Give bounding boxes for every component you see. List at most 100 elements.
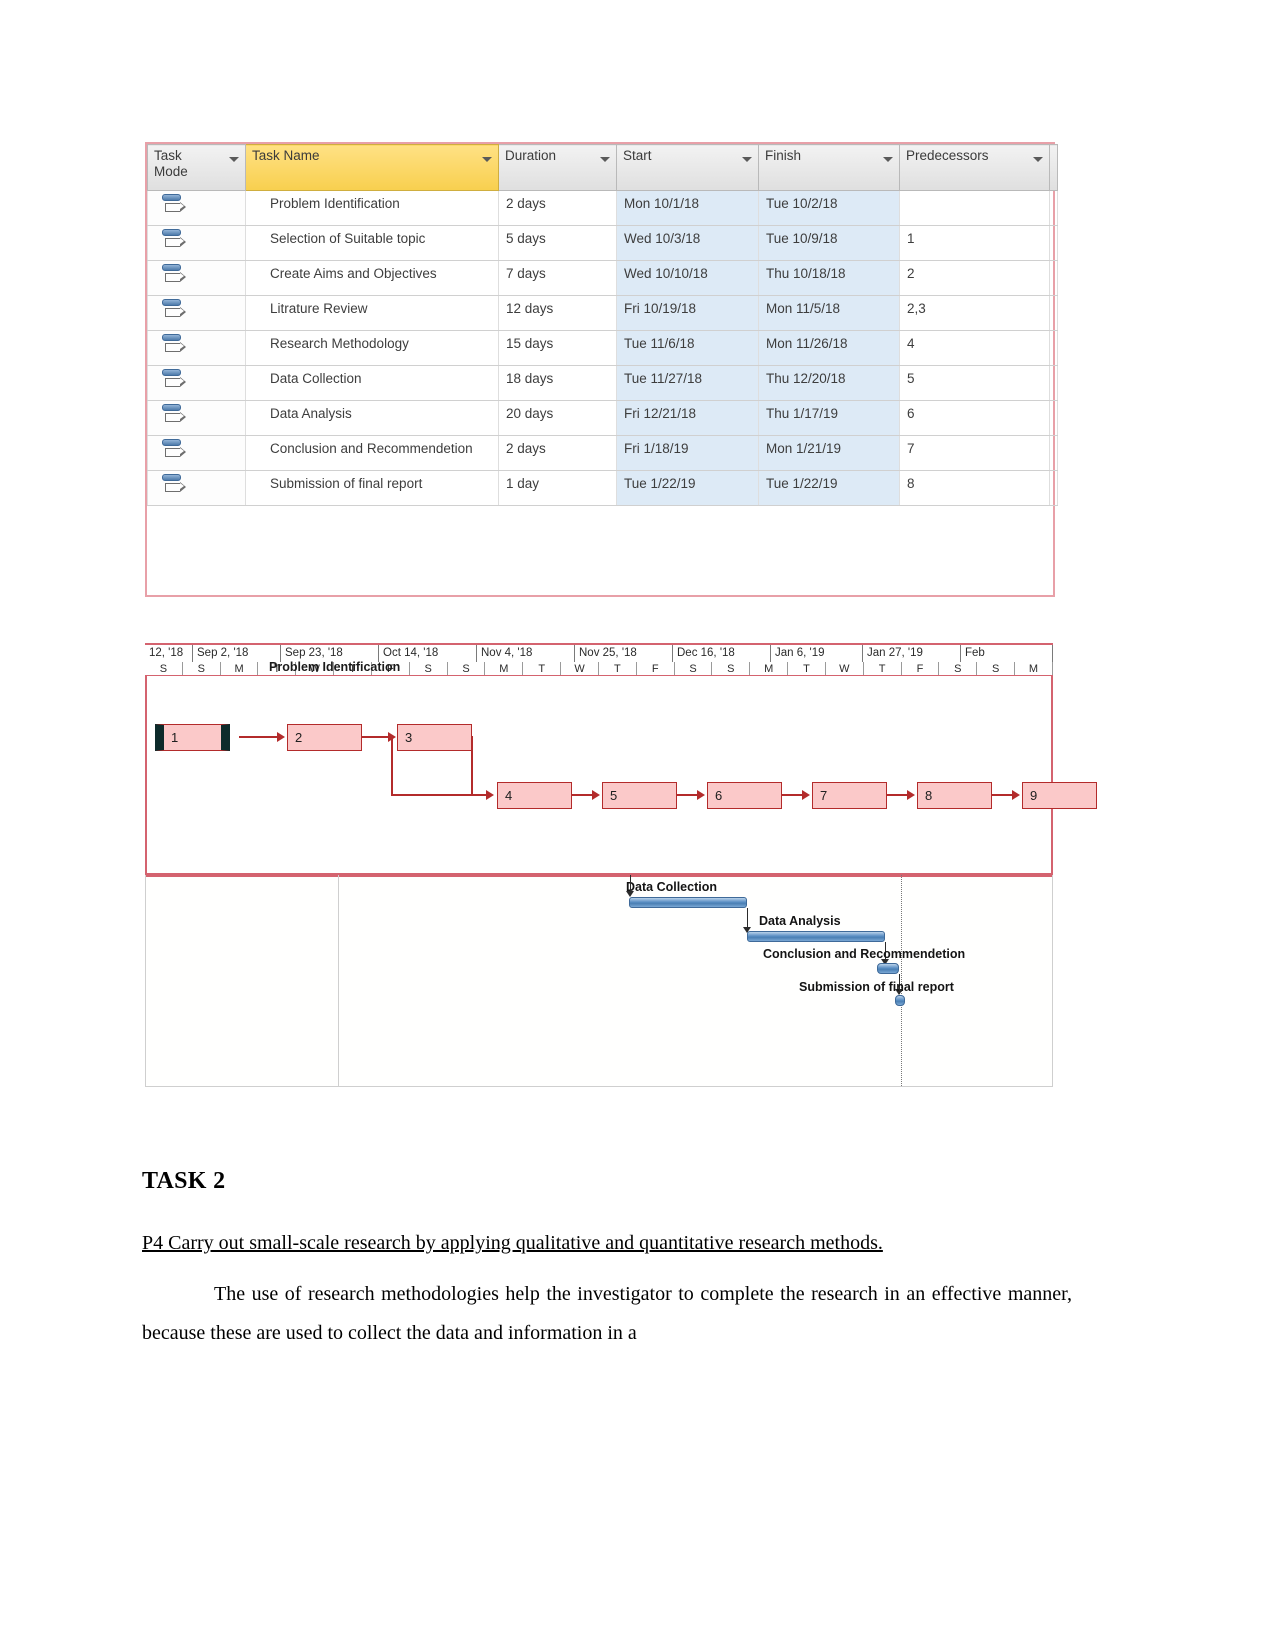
column-header-task-name[interactable]: Task Name	[245, 144, 499, 191]
network-node-6[interactable]: 6	[707, 782, 782, 809]
table-row[interactable]: Problem Identification 2 days Mon 10/1/18 T…	[147, 190, 1058, 226]
extra-cell[interactable]	[1049, 435, 1058, 471]
gantt-bar-data-analysis[interactable]	[747, 931, 885, 942]
task-mode-cell[interactable]	[147, 435, 246, 471]
chevron-down-icon[interactable]	[482, 157, 492, 162]
network-node-1[interactable]: 1	[155, 724, 230, 751]
predecessors-cell[interactable]	[899, 190, 1050, 226]
task-name-cell[interactable]: Selection of Suitable topic	[245, 225, 499, 261]
network-node-9[interactable]: 9	[1022, 782, 1097, 809]
start-cell[interactable]: Fri 10/19/18	[616, 295, 759, 331]
duration-cell[interactable]: 15 days	[498, 330, 617, 366]
finish-cell[interactable]: Thu 12/20/18	[758, 365, 900, 401]
table-row[interactable]: Data Analysis 20 days Fri 12/21/18 Thu 1/17…	[147, 400, 1058, 436]
start-cell[interactable]: Tue 1/22/19	[616, 470, 759, 506]
extra-cell[interactable]	[1049, 470, 1058, 506]
column-header-duration[interactable]: Duration	[498, 144, 617, 191]
start-cell[interactable]: Wed 10/3/18	[616, 225, 759, 261]
task-mode-cell[interactable]	[147, 190, 246, 226]
duration-cell[interactable]: 20 days	[498, 400, 617, 436]
duration-cell[interactable]: 2 days	[498, 435, 617, 471]
table-row[interactable]: Conclusion and Recommendetion 2 days Fri 1…	[147, 435, 1058, 471]
table-row[interactable]: Data Collection 18 days Tue 11/27/18 Thu 12…	[147, 365, 1058, 401]
duration-cell[interactable]: 18 days	[498, 365, 617, 401]
task-name-cell[interactable]: Data Collection	[245, 365, 499, 401]
task-name-cell[interactable]: Submission of final report	[245, 470, 499, 506]
finish-cell[interactable]: Tue 10/9/18	[758, 225, 900, 261]
column-header-extra[interactable]	[1049, 144, 1058, 191]
extra-cell[interactable]	[1049, 260, 1058, 296]
predecessors-cell[interactable]: 7	[899, 435, 1050, 471]
column-header-start[interactable]: Start	[616, 144, 759, 191]
task-name-cell[interactable]: Conclusion and Recommendetion	[245, 435, 499, 471]
extra-cell[interactable]	[1049, 225, 1058, 261]
start-cell[interactable]: Tue 11/6/18	[616, 330, 759, 366]
finish-cell[interactable]: Tue 1/22/19	[758, 470, 900, 506]
table-row[interactable]: Submission of final report 1 day Tue 1/22/…	[147, 470, 1058, 506]
extra-cell[interactable]	[1049, 295, 1058, 331]
finish-cell[interactable]: Mon 11/26/18	[758, 330, 900, 366]
chevron-down-icon[interactable]	[1033, 157, 1043, 162]
task-mode-cell[interactable]	[147, 225, 246, 261]
task-mode-cell[interactable]	[147, 470, 246, 506]
gantt-bar-data-collection[interactable]	[629, 897, 747, 908]
task-mode-cell[interactable]	[147, 330, 246, 366]
duration-cell[interactable]: 2 days	[498, 190, 617, 226]
task-mode-cell[interactable]	[147, 365, 246, 401]
network-node-7[interactable]: 7	[812, 782, 887, 809]
duration-cell[interactable]: 7 days	[498, 260, 617, 296]
network-node-5[interactable]: 5	[602, 782, 677, 809]
predecessors-cell[interactable]: 8	[899, 470, 1050, 506]
chevron-down-icon[interactable]	[742, 157, 752, 162]
finish-cell[interactable]: Thu 1/17/19	[758, 400, 900, 436]
chevron-down-icon[interactable]	[883, 157, 893, 162]
chevron-down-icon[interactable]	[600, 157, 610, 162]
column-header-task-mode[interactable]: Task Mode	[147, 144, 246, 191]
duration-cell[interactable]: 12 days	[498, 295, 617, 331]
finish-cell[interactable]: Tue 10/2/18	[758, 190, 900, 226]
chevron-down-icon[interactable]	[229, 157, 239, 162]
predecessors-cell[interactable]: 2,3	[899, 295, 1050, 331]
network-node-2[interactable]: 2	[287, 724, 362, 751]
duration-cell[interactable]: 1 day	[498, 470, 617, 506]
task-name-cell[interactable]: Research Methodology	[245, 330, 499, 366]
timeline-month-cell: 12, '18	[145, 645, 193, 662]
column-header-predecessors[interactable]: Predecessors	[899, 144, 1050, 191]
network-node-4[interactable]: 4	[497, 782, 572, 809]
finish-cell[interactable]: Mon 11/5/18	[758, 295, 900, 331]
network-arrow	[592, 790, 600, 800]
task-name-cell[interactable]: Create Aims and Objectives	[245, 260, 499, 296]
predecessors-cell[interactable]: 1	[899, 225, 1050, 261]
network-node-3[interactable]: 3	[397, 724, 472, 751]
task-mode-cell[interactable]	[147, 260, 246, 296]
extra-cell[interactable]	[1049, 365, 1058, 401]
predecessors-cell[interactable]: 6	[899, 400, 1050, 436]
column-header-finish[interactable]: Finish	[758, 144, 900, 191]
table-row[interactable]: Create Aims and Objectives 7 days Wed 10/1…	[147, 260, 1058, 296]
predecessors-cell[interactable]: 5	[899, 365, 1050, 401]
table-row[interactable]: Litrature Review 12 days Fri 10/19/18 Mon 1…	[147, 295, 1058, 331]
task-mode-cell[interactable]	[147, 295, 246, 331]
task-name-cell[interactable]: Data Analysis	[245, 400, 499, 436]
start-cell[interactable]: Fri 1/18/19	[616, 435, 759, 471]
table-row[interactable]: Selection of Suitable topic 5 days Wed 10/…	[147, 225, 1058, 261]
gantt-bar-submission[interactable]	[895, 995, 905, 1006]
start-cell[interactable]: Wed 10/10/18	[616, 260, 759, 296]
task-mode-cell[interactable]	[147, 400, 246, 436]
start-cell[interactable]: Fri 12/21/18	[616, 400, 759, 436]
extra-cell[interactable]	[1049, 190, 1058, 226]
start-cell[interactable]: Tue 11/27/18	[616, 365, 759, 401]
predecessors-cell[interactable]: 4	[899, 330, 1050, 366]
predecessors-cell[interactable]: 2	[899, 260, 1050, 296]
gantt-bar-conclusion[interactable]	[877, 963, 899, 974]
task-name-cell[interactable]: Litrature Review	[245, 295, 499, 331]
extra-cell[interactable]	[1049, 330, 1058, 366]
finish-cell[interactable]: Mon 1/21/19	[758, 435, 900, 471]
extra-cell[interactable]	[1049, 400, 1058, 436]
start-cell[interactable]: Mon 10/1/18	[616, 190, 759, 226]
duration-cell[interactable]: 5 days	[498, 225, 617, 261]
task-name-cell[interactable]: Problem Identification	[245, 190, 499, 226]
network-node-8[interactable]: 8	[917, 782, 992, 809]
finish-cell[interactable]: Thu 10/18/18	[758, 260, 900, 296]
table-row[interactable]: Research Methodology 15 days Tue 11/6/18 Mo…	[147, 330, 1058, 366]
